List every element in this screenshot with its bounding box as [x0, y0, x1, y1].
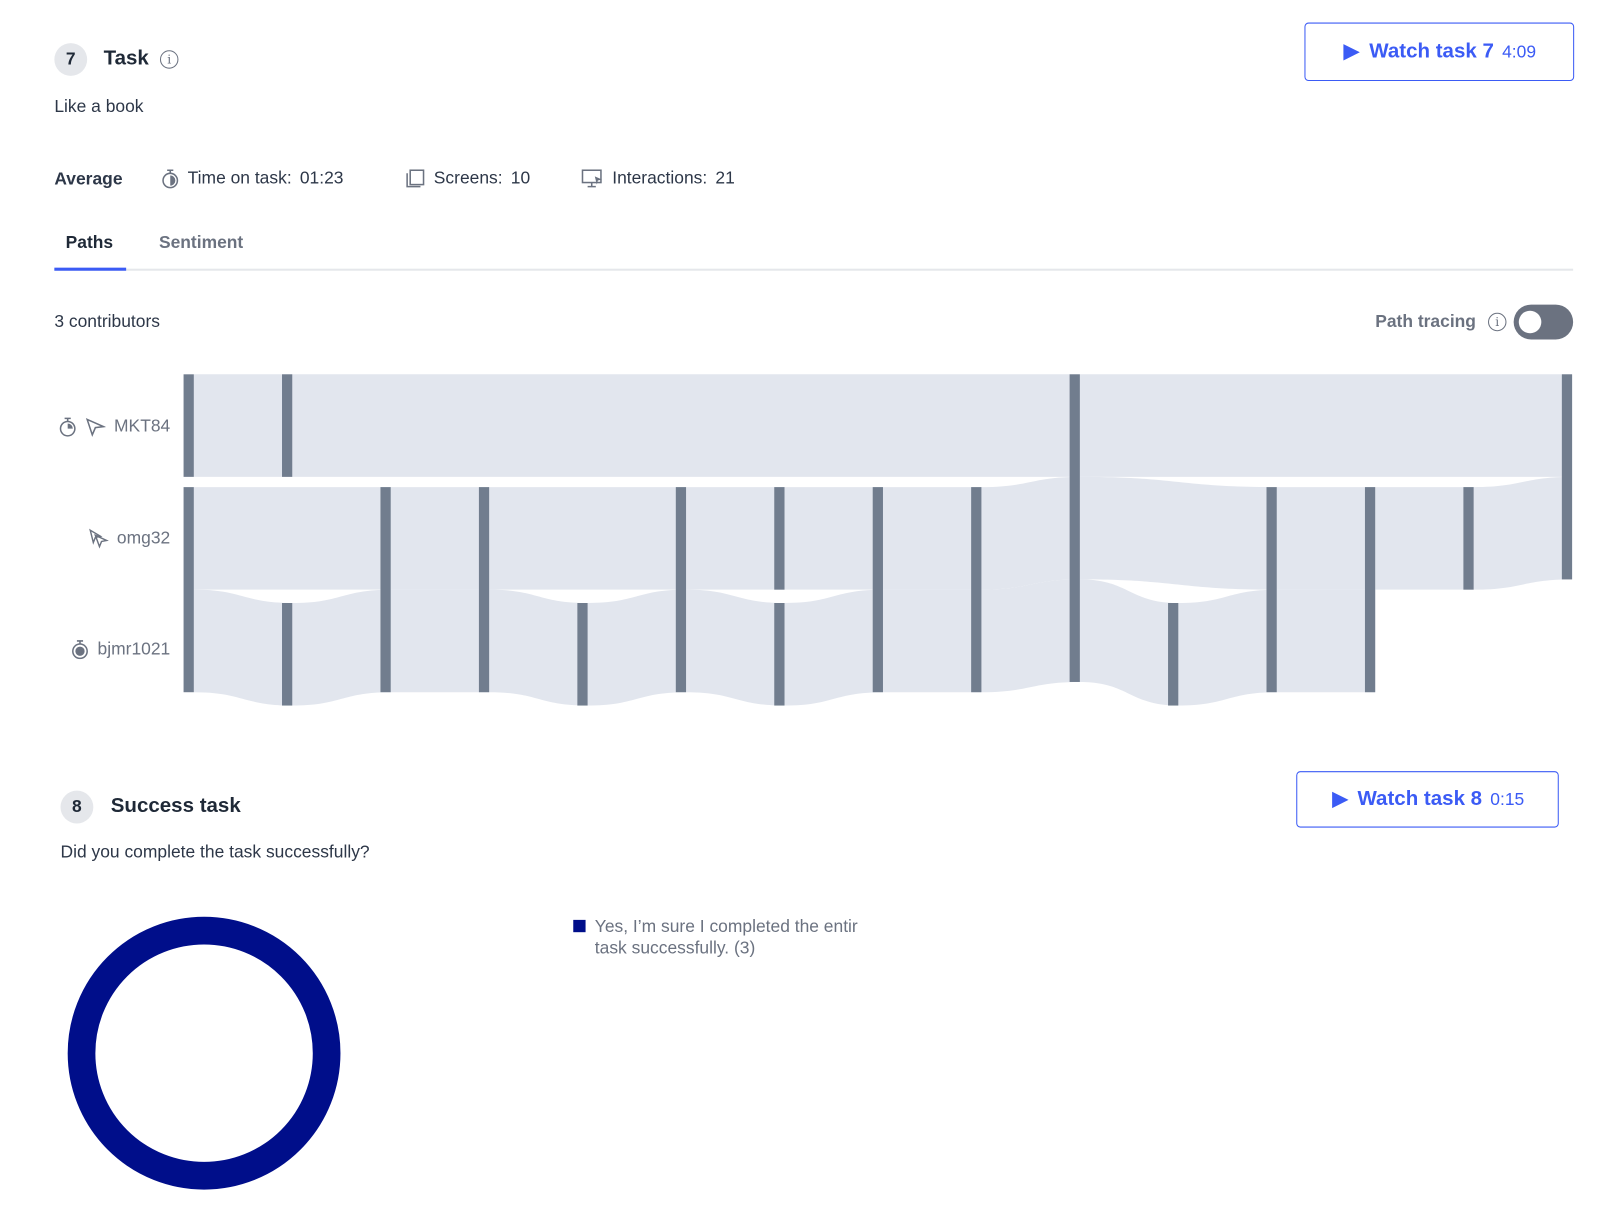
screen-node[interactable] — [675, 487, 687, 693]
path-link-bjmr1021 — [882, 589, 982, 693]
path-link-omg32 — [193, 487, 391, 590]
legend-item: Yes, I’m sure I completed the entir task… — [595, 916, 858, 959]
screen-node[interactable] — [1168, 602, 1179, 706]
play-icon — [1331, 791, 1349, 808]
path-link-omg32 — [882, 487, 982, 590]
path-link-bjmr1021 — [587, 589, 687, 706]
task-question: Did you complete the task successfully? — [60, 841, 370, 862]
path-link-omg32 — [784, 487, 883, 590]
path-link-mkt84 — [292, 374, 1080, 477]
path-link-bjmr1021 — [981, 579, 1080, 693]
path-link-bjmr1021 — [1276, 589, 1376, 693]
screen-node[interactable] — [577, 602, 588, 706]
path-link-bjmr1021 — [489, 589, 588, 706]
screen-node[interactable] — [282, 374, 293, 477]
path-link-omg32 — [390, 487, 490, 590]
screen-node[interactable] — [282, 602, 293, 706]
path-link-omg32 — [489, 487, 687, 590]
screen-node[interactable] — [872, 487, 883, 693]
path-link-bjmr1021 — [686, 589, 785, 706]
legend-text-line1: Yes, I’m sure I completed the entir — [594, 916, 858, 937]
path-link-omg32 — [1473, 476, 1573, 590]
path-link-bjmr1021 — [390, 589, 490, 693]
screen-node[interactable] — [1561, 374, 1573, 580]
path-link-bjmr1021 — [1178, 589, 1277, 706]
screen-node[interactable] — [1069, 374, 1080, 682]
path-link-omg32 — [1079, 476, 1277, 590]
screen-node[interactable] — [183, 374, 194, 477]
path-link-bjmr1021 — [1079, 579, 1179, 706]
success-donut-chart — [67, 916, 341, 1190]
screen-node[interactable] — [183, 487, 194, 693]
paths-chart — [183, 374, 1573, 706]
screen-node[interactable] — [1463, 487, 1474, 590]
task-number-badge: 8 — [60, 790, 94, 824]
screen-node[interactable] — [1266, 487, 1277, 693]
path-link-omg32 — [981, 476, 1080, 590]
screen-node[interactable] — [478, 487, 490, 693]
donut-slice-yes — [67, 916, 341, 1190]
screen-node[interactable] — [971, 487, 982, 693]
watch-duration: 0:15 — [1490, 789, 1525, 809]
path-link-bjmr1021 — [292, 589, 391, 706]
screen-node[interactable] — [774, 602, 785, 706]
path-link-bjmr1021 — [784, 589, 883, 706]
task-title: Success task — [110, 794, 241, 818]
path-link-omg32 — [686, 487, 785, 590]
legend-swatch — [573, 919, 586, 933]
path-link-omg32 — [1276, 487, 1376, 590]
path-link-omg32 — [1375, 487, 1474, 590]
screen-node[interactable] — [774, 487, 785, 590]
path-link-mkt84 — [1079, 374, 1573, 477]
path-link-mkt84 — [193, 374, 293, 477]
screen-node[interactable] — [1364, 487, 1376, 693]
screen-node[interactable] — [380, 487, 391, 693]
path-link-bjmr1021 — [193, 589, 293, 706]
watch-task-8-button[interactable]: Watch task 8 0:15 — [1296, 771, 1559, 828]
watch-label: Watch task 8 — [1357, 787, 1483, 811]
legend-text-line2: task successfully. (3) — [594, 938, 756, 958]
